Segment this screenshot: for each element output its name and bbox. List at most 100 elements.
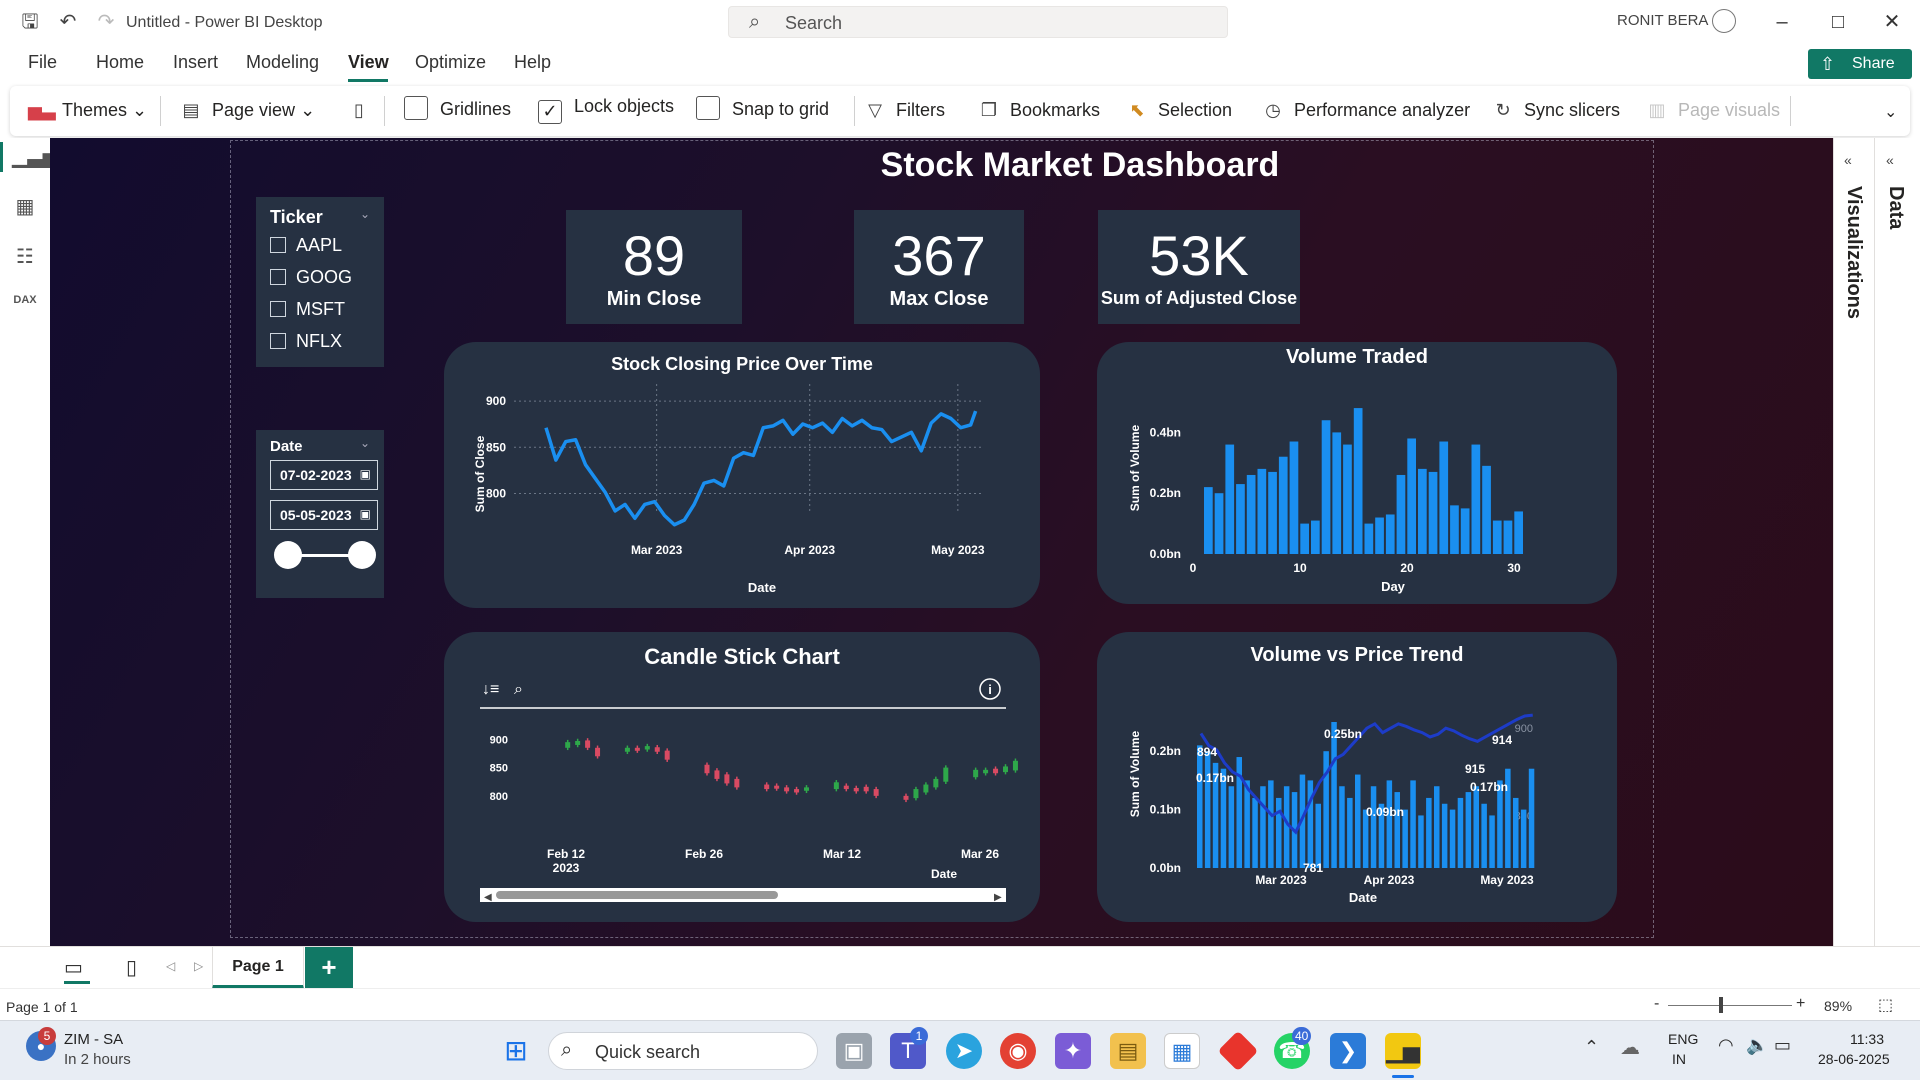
volume-icon[interactable]: 🔈	[1746, 1035, 1768, 1056]
widget-title[interactable]: ZIM - SA	[64, 1031, 123, 1048]
candlestick-chart-card[interactable]: Candle Stick Chart ↓≡ ⌕ i Date ◀ ▶ 800 85…	[444, 632, 1040, 922]
scroll-right-icon[interactable]: ▶	[994, 892, 1002, 903]
checkbox[interactable]	[270, 237, 286, 253]
powerbi-icon[interactable]: ▁▅	[1385, 1033, 1421, 1069]
add-page-button[interactable]: +	[305, 947, 353, 989]
selection-button[interactable]: ⬉ Selection	[1124, 100, 1232, 121]
clock-time[interactable]: 11:33	[1850, 1031, 1884, 1047]
checkbox[interactable]	[270, 269, 286, 285]
zoom-out-icon[interactable]: -	[1654, 995, 1659, 1013]
checkbox[interactable]	[270, 333, 286, 349]
filters-button[interactable]: ▽ Filters	[862, 100, 945, 121]
ticker-option-aapl[interactable]: AAPL	[270, 235, 342, 256]
avatar-icon[interactable]	[1712, 9, 1736, 33]
calendar-icon[interactable]: ▣	[360, 507, 371, 521]
bookmarks-button[interactable]: ❐ Bookmarks	[976, 100, 1100, 121]
chevron-down-icon[interactable]: ⌄	[360, 207, 370, 221]
user-name[interactable]: RONIT BERA	[1617, 12, 1708, 29]
ribbon-collapse-icon[interactable]: ⌄	[1884, 102, 1897, 122]
chevron-down-icon[interactable]: ⌄	[360, 436, 370, 450]
sync-slicers-button[interactable]: ↻ Sync slicers	[1490, 100, 1620, 121]
search-box[interactable]: ⌕ Search	[728, 6, 1228, 38]
gridlines-toggle[interactable]: Gridlines	[404, 96, 511, 120]
end-date-input[interactable]: 05-05-2023 ▣	[270, 500, 378, 530]
fit-to-page-icon[interactable]: ⬚	[1878, 995, 1893, 1015]
calendar-icon[interactable]: ▣	[360, 467, 371, 481]
lock-objects-toggle[interactable]: ✓ Lock objects	[538, 96, 674, 124]
ticker-slicer[interactable]: Ticker ⌄ AAPL GOOG MSFT NFLX	[256, 197, 384, 367]
windows-start-icon[interactable]: ⊞	[498, 1033, 534, 1069]
desktop-layout-icon[interactable]: ▭	[64, 955, 83, 980]
next-page-icon[interactable]: ▷	[194, 959, 203, 973]
zoom-icon[interactable]: ⌕	[514, 681, 523, 698]
redo-icon[interactable]: ↷	[94, 10, 118, 34]
page-tab-page-1[interactable]: Page 1	[212, 947, 304, 989]
wifi-icon[interactable]: ◠	[1718, 1035, 1734, 1056]
zoom-in-icon[interactable]: +	[1796, 995, 1805, 1013]
ticker-option-nflx[interactable]: NFLX	[270, 331, 342, 352]
range-end-handle[interactable]	[348, 541, 376, 569]
ticker-option-goog[interactable]: GOOG	[270, 267, 352, 288]
taskbar-search[interactable]: ⌕ Quick search	[548, 1032, 818, 1070]
model-view-icon[interactable]: ☷	[12, 244, 38, 270]
telegram-icon[interactable]: ➤	[946, 1033, 982, 1069]
prev-page-icon[interactable]: ◁	[166, 959, 175, 973]
snap-to-grid-toggle[interactable]: Snap to grid	[696, 96, 829, 120]
chrome-icon[interactable]: ◉	[1000, 1033, 1036, 1069]
anydesk-icon[interactable]	[1217, 1030, 1259, 1072]
close-icon[interactable]: ✕	[1874, 8, 1910, 36]
mobile-layout-icon[interactable]: ▯	[126, 955, 137, 980]
sort-icon[interactable]: ↓≡	[482, 681, 499, 698]
maximize-icon[interactable]: □	[1820, 8, 1856, 36]
battery-icon[interactable]: ▭	[1774, 1035, 1791, 1056]
report-view-icon[interactable]: ▁▃▅	[12, 144, 58, 170]
save-icon[interactable]: 🖫	[18, 10, 42, 34]
date-slicer[interactable]: Date ⌄ 07-02-2023 ▣ 05-05-2023 ▣	[256, 430, 384, 598]
lock-objects-checkbox[interactable]: ✓	[538, 100, 562, 124]
onedrive-icon[interactable]: ☁	[1620, 1035, 1640, 1060]
menu-home[interactable]: Home	[96, 52, 144, 73]
menu-help[interactable]: Help	[514, 52, 551, 73]
themes-button[interactable]: ▅▃ Themes ⌄	[28, 100, 147, 121]
visualizations-pane-label[interactable]: Visualizations	[1842, 186, 1865, 319]
zoom-slider[interactable]	[1668, 1005, 1792, 1006]
volume-traded-chart-card[interactable]: Volume Traded Sum of Volume Day 0.0bn 0.2…	[1097, 342, 1617, 604]
menu-view[interactable]: View	[348, 52, 389, 73]
language-code[interactable]: ENG	[1668, 1031, 1698, 1047]
table-view-icon[interactable]: ▦	[12, 194, 38, 220]
data-label: 894	[1197, 745, 1217, 759]
dax-query-icon[interactable]: DAX	[12, 294, 38, 320]
mobile-layout-button[interactable]: ▯	[346, 100, 380, 121]
range-start-handle[interactable]	[274, 541, 302, 569]
data-pane-label[interactable]: Data	[1884, 186, 1907, 229]
menu-insert[interactable]: Insert	[173, 52, 218, 73]
checkbox[interactable]	[270, 301, 286, 317]
sync-slicers-label: Sync slicers	[1524, 100, 1621, 120]
expand-data-icon[interactable]: «	[1886, 152, 1894, 168]
store-icon[interactable]: ▦	[1164, 1033, 1200, 1069]
page-view-button[interactable]: ▤ Page view ⌄	[178, 100, 315, 121]
gridlines-checkbox[interactable]	[404, 96, 428, 120]
snap-to-grid-checkbox[interactable]	[696, 96, 720, 120]
vscode-icon[interactable]: ❯	[1330, 1033, 1366, 1069]
menu-file[interactable]: File	[28, 52, 57, 73]
scrollbar-thumb[interactable]	[496, 891, 778, 899]
zoom-slider-handle[interactable]	[1719, 997, 1723, 1013]
performance-analyzer-button[interactable]: ◷ Performance analyzer	[1260, 100, 1470, 121]
share-button[interactable]: ⇧ Share ⌄	[1808, 49, 1912, 102]
expand-visualizations-icon[interactable]: «	[1844, 152, 1852, 168]
copilot-icon[interactable]: ✦	[1055, 1033, 1091, 1069]
page-visuals-button[interactable]: ▥ Page visuals	[1644, 100, 1780, 121]
menu-modeling[interactable]: Modeling	[246, 52, 319, 73]
closing-price-chart-card[interactable]: Stock Closing Price Over Time Sum of Clo…	[444, 342, 1040, 608]
menu-optimize[interactable]: Optimize	[415, 52, 486, 73]
scroll-left-icon[interactable]: ◀	[484, 892, 492, 903]
undo-icon[interactable]: ↶	[56, 10, 80, 34]
task-view-icon[interactable]: ▣	[836, 1033, 872, 1069]
start-date-input[interactable]: 07-02-2023 ▣	[270, 460, 378, 490]
ticker-option-msft[interactable]: MSFT	[270, 299, 345, 320]
show-hidden-icons[interactable]: ⌃	[1584, 1037, 1599, 1058]
file-explorer-icon[interactable]: ▤	[1110, 1033, 1146, 1069]
minimize-icon[interactable]: –	[1764, 8, 1800, 36]
volume-vs-price-chart-card[interactable]: Volume vs Price Trend Sum of Volume Date…	[1097, 632, 1617, 922]
